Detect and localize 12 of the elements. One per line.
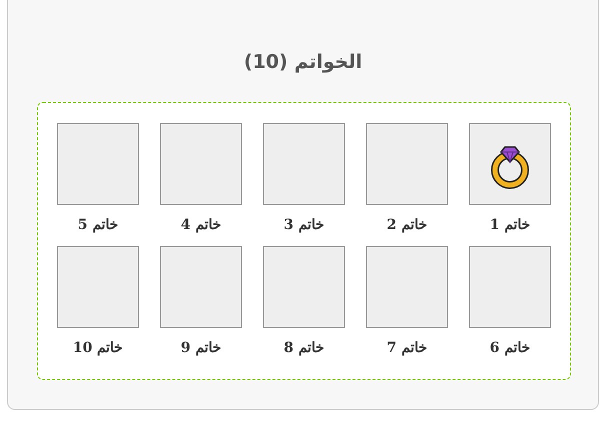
item-label: خاتم 7 [386, 339, 428, 357]
gallery-title: الخواتم (10) [244, 50, 362, 74]
item-label: خاتم 10 [72, 339, 124, 357]
item-label: خاتم 5 [78, 216, 118, 234]
item-label: خاتم 9 [180, 339, 222, 357]
item-label: خاتم 4 [180, 216, 222, 234]
item-label: خاتم 3 [284, 216, 324, 234]
item-label: خاتم 1 [490, 216, 530, 234]
item-label: خاتم 6 [490, 339, 530, 357]
item-label: خاتم 8 [284, 339, 324, 357]
item-label: خاتم 2 [386, 216, 428, 234]
image-slot[interactable] [469, 123, 551, 205]
